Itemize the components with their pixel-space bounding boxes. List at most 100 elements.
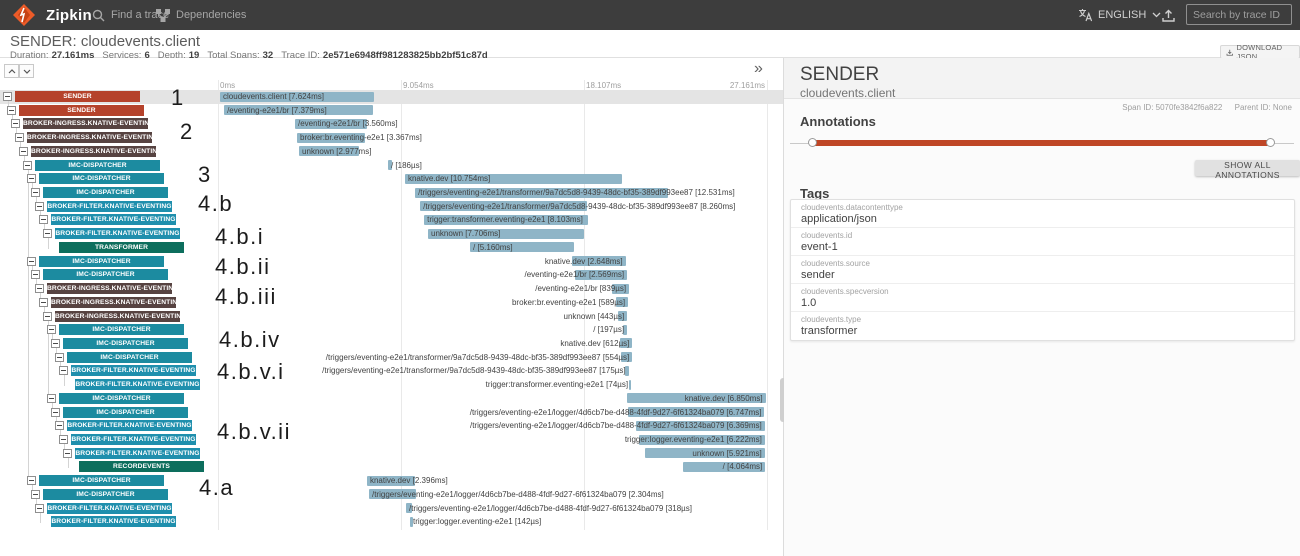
service-badge[interactable]: RECORDEVENTS [79, 461, 204, 472]
parent-id-label: Parent ID: None [1235, 103, 1292, 112]
tree-guide [28, 170, 29, 482]
service-badge[interactable]: BROKER-INGRESS.KNATIVE-EVENTING [23, 118, 148, 129]
expand-toggle[interactable] [47, 325, 56, 334]
expand-toggle[interactable] [55, 353, 64, 362]
expand-toggle[interactable] [43, 312, 52, 321]
expand-toggle[interactable] [39, 215, 48, 224]
span-label: /triggers/eventing-e2e1/logger/4d6cb7be-… [372, 490, 664, 500]
tree-guide [48, 238, 49, 248]
service-badge[interactable]: BROKER-FILTER.KNATIVE-EVENTING [55, 228, 180, 239]
expand-toggle[interactable] [51, 339, 60, 348]
annotation-start-marker[interactable] [808, 138, 817, 147]
tree-guide [48, 248, 49, 249]
handwritten-annotation: 1 [171, 87, 185, 109]
service-badge[interactable]: BROKER-INGRESS.KNATIVE-EVENTING [51, 297, 176, 308]
span-label: /eventing-e2e1/br [3.560ms] [298, 119, 398, 129]
expand-toggle[interactable] [35, 504, 44, 513]
service-badge[interactable]: IMC-DISPATCHER [39, 173, 164, 184]
service-badge[interactable]: IMC-DISPATCHER [43, 269, 168, 280]
chevron-down-icon [1152, 12, 1161, 18]
tag-key: cloudevents.type [801, 315, 1294, 324]
service-badge[interactable]: BROKER-FILTER.KNATIVE-EVENTING [51, 516, 176, 527]
download-json-button[interactable]: DOWNLOAD JSON [1220, 45, 1300, 59]
gridline [767, 80, 768, 530]
expand-toggle[interactable] [55, 421, 64, 430]
expand-toggle[interactable] [35, 202, 44, 211]
expand-toggle[interactable] [51, 408, 60, 417]
tag-key: cloudevents.specversion [801, 287, 1294, 296]
tag-row: cloudevents.specversion 1.0 [791, 284, 1294, 312]
service-badge[interactable]: SENDER [19, 105, 144, 116]
expand-toggle[interactable] [63, 449, 72, 458]
expand-all-button[interactable] [19, 64, 34, 78]
service-badge[interactable]: BROKER-FILTER.KNATIVE-EVENTING [67, 420, 192, 431]
service-badge[interactable]: IMC-DISPATCHER [43, 489, 168, 500]
span-label: /triggers/eventing-e2e1/logger/4d6cb7be-… [409, 504, 692, 514]
tag-value: event-1 [801, 241, 1294, 253]
service-badge[interactable]: BROKER-FILTER.KNATIVE-EVENTING [47, 503, 172, 514]
upload-json-button[interactable] [1161, 0, 1176, 30]
service-badge[interactable]: BROKER-FILTER.KNATIVE-EVENTING [51, 214, 176, 225]
service-badge[interactable]: BROKER-INGRESS.KNATIVE-EVENTING [31, 146, 156, 157]
service-badge[interactable]: BROKER-FILTER.KNATIVE-EVENTING [47, 201, 172, 212]
expand-toggle[interactable] [19, 147, 28, 156]
translate-icon [1078, 8, 1092, 22]
service-badge[interactable]: TRANSFORMER [59, 242, 184, 253]
handwritten-annotation: 4.b.i [215, 226, 264, 248]
expand-toggle[interactable] [27, 476, 36, 485]
expand-toggle[interactable] [59, 435, 68, 444]
expand-toggle[interactable] [47, 394, 56, 403]
expand-toggle[interactable] [11, 119, 20, 128]
tick-label: 9.054ms [403, 81, 434, 90]
expand-toggle[interactable] [3, 92, 12, 101]
page-title: SENDER: cloudevents.client [10, 33, 200, 50]
trace-header: SENDER: cloudevents.client Duration:27.1… [0, 30, 1300, 58]
expand-toggle[interactable] [35, 284, 44, 293]
service-badge[interactable]: IMC-DISPATCHER [63, 407, 188, 418]
tree-guide [64, 375, 65, 385]
expand-toggle[interactable] [15, 133, 24, 142]
service-badge[interactable]: IMC-DISPATCHER [67, 352, 192, 363]
service-badge[interactable]: IMC-DISPATCHER [59, 324, 184, 335]
span-label: trigger:transformer.eventing-e2e1 [74µs] [486, 380, 628, 390]
open-detail-chevrons-icon[interactable]: » [754, 60, 763, 78]
tick-label: 27.161ms [730, 81, 765, 90]
expand-toggle[interactable] [27, 257, 36, 266]
expand-toggle[interactable] [31, 270, 40, 279]
service-badge[interactable]: BROKER-FILTER.KNATIVE-EVENTING [75, 448, 200, 459]
service-badge[interactable]: BROKER-FILTER.KNATIVE-EVENTING [75, 379, 200, 390]
handwritten-annotation: 4.b.v.ii [217, 421, 291, 443]
expand-toggle[interactable] [7, 106, 16, 115]
service-badge[interactable]: IMC-DISPATCHER [59, 393, 184, 404]
expand-toggle[interactable] [31, 490, 40, 499]
service-badge[interactable]: BROKER-FILTER.KNATIVE-EVENTING [71, 365, 196, 376]
upload-icon [1161, 8, 1176, 23]
annotation-duration-bar[interactable] [812, 140, 1270, 146]
service-badge[interactable]: BROKER-FILTER.KNATIVE-EVENTING [71, 434, 196, 445]
expand-toggle[interactable] [27, 174, 36, 183]
expand-toggle[interactable] [43, 229, 52, 238]
search-by-trace-id-input[interactable] [1186, 4, 1292, 25]
show-all-annotations-button[interactable]: SHOW ALL ANNOTATIONS [1195, 160, 1300, 176]
service-badge[interactable]: IMC-DISPATCHER [35, 160, 160, 171]
service-badge[interactable]: BROKER-INGRESS.KNATIVE-EVENTING [27, 132, 152, 143]
service-badge[interactable]: BROKER-INGRESS.KNATIVE-EVENTING [55, 311, 180, 322]
zipkin-logo-icon[interactable] [12, 3, 36, 27]
language-selector[interactable]: ENGLISH [1078, 0, 1161, 30]
service-badge[interactable]: BROKER-INGRESS.KNATIVE-EVENTING [47, 283, 172, 294]
service-badge[interactable]: IMC-DISPATCHER [39, 475, 164, 486]
expand-toggle[interactable] [31, 188, 40, 197]
service-badge[interactable]: IMC-DISPATCHER [39, 256, 164, 267]
expand-toggle[interactable] [39, 298, 48, 307]
service-badge[interactable]: IMC-DISPATCHER [43, 187, 168, 198]
span-detail-panel: SENDER cloudevents.client Span ID: 5070f… [784, 58, 1300, 556]
expand-toggle[interactable] [23, 161, 32, 170]
annotation-end-marker[interactable] [1266, 138, 1275, 147]
span-bar[interactable] [629, 380, 631, 390]
service-badge[interactable]: SENDER [15, 91, 140, 102]
collapse-all-button[interactable] [4, 64, 19, 78]
service-badge[interactable]: IMC-DISPATCHER [63, 338, 188, 349]
nav-dependencies[interactable]: Dependencies [156, 0, 246, 30]
brand-title[interactable]: Zipkin [46, 7, 92, 24]
expand-toggle[interactable] [59, 366, 68, 375]
